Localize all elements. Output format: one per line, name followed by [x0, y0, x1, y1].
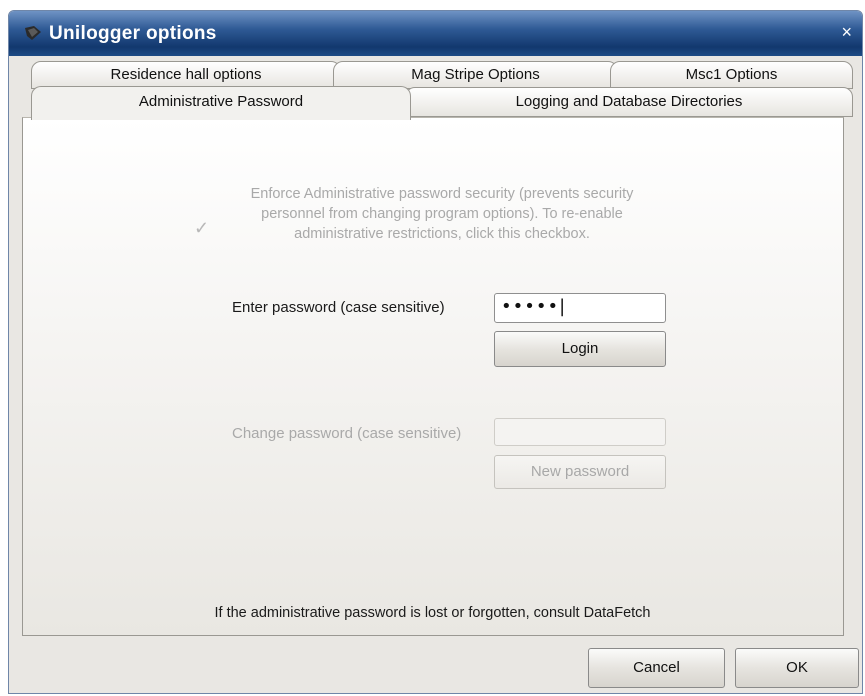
enforce-security-checkbox[interactable]: ✓ — [194, 219, 210, 237]
ok-button[interactable]: OK — [735, 648, 859, 688]
change-password-field[interactable] — [494, 418, 666, 446]
tab-mag-stripe-options[interactable]: Mag Stripe Options — [333, 61, 618, 89]
cancel-button[interactable]: Cancel — [588, 648, 725, 688]
login-button[interactable]: Login — [494, 331, 666, 367]
change-password-label: Change password (case sensitive) — [232, 425, 462, 442]
enter-password-field[interactable]: •••••| — [494, 293, 666, 323]
enter-password-label: Enter password (case sensitive) — [232, 299, 445, 316]
title-bar[interactable]: Unilogger options × — [9, 11, 862, 56]
window-title: Unilogger options — [49, 23, 217, 44]
tab-residence-hall-options[interactable]: Residence hall options — [31, 61, 341, 89]
tab-logging-and-database-directories[interactable]: Logging and Database Directories — [405, 87, 853, 117]
enforce-security-group: ✓ Enforce Administrative password securi… — [188, 180, 678, 260]
new-password-button[interactable]: New password — [494, 455, 666, 489]
lost-password-note: If the administrative password is lost o… — [214, 605, 651, 621]
app-icon — [25, 26, 41, 40]
close-icon[interactable]: × — [841, 23, 852, 41]
tab-administrative-password[interactable]: Administrative Password — [31, 86, 411, 120]
enforce-security-label: Enforce Administrative password security… — [250, 186, 634, 242]
tab-msc1-options[interactable]: Msc1 Options — [610, 61, 853, 89]
